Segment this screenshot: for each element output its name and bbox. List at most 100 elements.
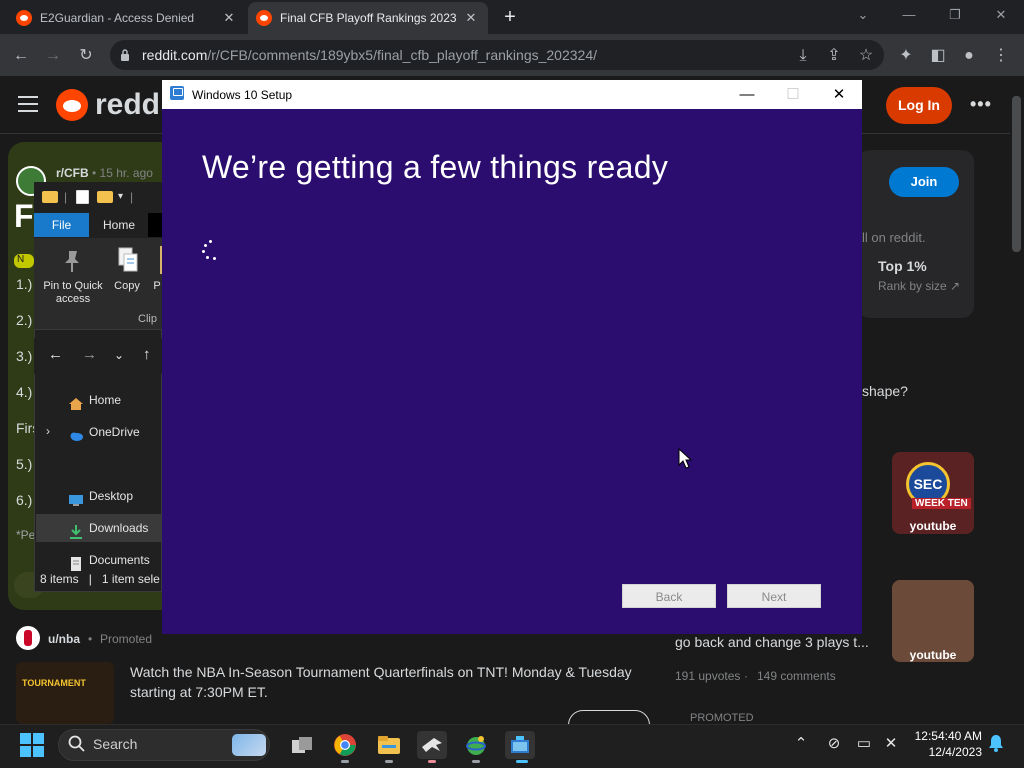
- quick-access-dropdown-icon[interactable]: ▾: [118, 191, 123, 202]
- windows-start-icon[interactable]: [20, 733, 44, 757]
- back-button[interactable]: Back: [622, 584, 716, 608]
- share-tab[interactable]: [148, 213, 162, 237]
- volume-muted-icon[interactable]: ✕: [881, 734, 901, 754]
- share-icon[interactable]: ⇪: [823, 45, 845, 67]
- chrome-icon[interactable]: [330, 731, 360, 759]
- clipboard-group-label: Clip: [138, 313, 157, 325]
- download-icon: [68, 521, 84, 539]
- post-flair[interactable]: N: [14, 254, 34, 268]
- windows-setup-taskbar-icon[interactable]: [505, 731, 535, 759]
- setup-app-icon: [170, 86, 184, 100]
- tree-item-documents[interactable]: Documents: [36, 546, 162, 574]
- more-options-icon[interactable]: •••: [970, 94, 992, 115]
- search-highlight-image[interactable]: [232, 734, 266, 756]
- extensions-puzzle-icon[interactable]: ✦: [895, 45, 917, 67]
- rank-by-size-link[interactable]: Rank by size ↗: [878, 279, 960, 293]
- related-question[interactable]: shape?: [862, 383, 908, 399]
- rank-line: 2.): [16, 312, 33, 328]
- file-explorer-icon[interactable]: [374, 731, 404, 759]
- setup-close-icon[interactable]: ✕: [816, 80, 862, 109]
- up-arrow-icon[interactable]: ↑: [143, 346, 151, 363]
- home-tab[interactable]: Home: [96, 213, 142, 237]
- side-panel-icon[interactable]: ◧: [927, 45, 949, 67]
- home-icon: [68, 393, 84, 410]
- setup-window-title: Windows 10 Setup: [192, 88, 293, 102]
- properties-icon[interactable]: [76, 190, 89, 204]
- reload-icon[interactable]: ↻: [75, 45, 97, 67]
- minimize-icon[interactable]: —: [886, 0, 932, 30]
- tree-item-label: Documents: [89, 553, 150, 567]
- setup-minimize-icon[interactable]: —: [724, 80, 770, 109]
- reddit-logo-icon[interactable]: [56, 89, 88, 121]
- toolbar-separator: |: [130, 190, 134, 204]
- tree-item-home[interactable]: Home: [36, 386, 162, 414]
- tab-title: E2Guardian - Access Denied: [40, 11, 195, 25]
- copy-label[interactable]: Copy: [110, 280, 144, 293]
- setup-maximize-icon: ☐: [786, 86, 800, 103]
- ad-thumbnail[interactable]: TOURNAMENT: [16, 662, 114, 724]
- install-app-icon[interactable]: ⤓: [792, 45, 814, 67]
- lock-icon[interactable]: [120, 48, 130, 62]
- close-window-icon[interactable]: ✕: [978, 0, 1024, 30]
- comment-count: 149 comments: [757, 669, 836, 683]
- rank-line: 4.): [16, 384, 33, 400]
- tree-item-desktop[interactable]: Desktop: [36, 482, 162, 510]
- subreddit-name[interactable]: r/CFB: [56, 166, 89, 180]
- clock-time[interactable]: 12:54:40 AM: [906, 729, 982, 743]
- file-tab[interactable]: File: [34, 213, 89, 237]
- bookmark-star-icon[interactable]: ☆: [855, 45, 877, 67]
- reddit-favicon-icon: [16, 10, 32, 26]
- tab-e2guardian[interactable]: E2Guardian - Access Denied ✕: [8, 2, 246, 34]
- tree-item-downloads[interactable]: Downloads: [36, 514, 162, 542]
- tab-title: Final CFB Playoff Rankings 2023: [280, 11, 457, 25]
- search-icon: [68, 735, 86, 753]
- tab-close-icon[interactable]: ✕: [220, 10, 238, 26]
- post-title: F: [14, 198, 34, 234]
- related-post-title[interactable]: go back and change 3 plays t...: [675, 634, 869, 650]
- clock-date[interactable]: 12/4/2023: [906, 745, 982, 759]
- new-folder-icon[interactable]: [97, 191, 113, 203]
- running-indicator: [428, 760, 436, 763]
- back-arrow-icon[interactable]: ←: [10, 45, 32, 67]
- paste-label[interactable]: P: [152, 280, 162, 293]
- hamburger-menu-icon[interactable]: [18, 96, 38, 112]
- tab-search-icon[interactable]: ⌄: [840, 0, 886, 30]
- task-view-icon[interactable]: [287, 731, 317, 759]
- network-globe-icon[interactable]: [461, 731, 491, 759]
- ad-text[interactable]: Watch the NBA In-Season Tournament Quart…: [130, 662, 650, 702]
- next-button[interactable]: Next: [727, 584, 821, 608]
- running-indicator: [472, 760, 480, 763]
- notification-bell-icon[interactable]: [986, 734, 1006, 754]
- login-button[interactable]: Log In: [886, 87, 952, 124]
- scrollbar-thumb[interactable]: [1012, 96, 1021, 252]
- ad-username[interactable]: u/nba: [48, 632, 80, 646]
- pin-to-quick-access-label[interactable]: Pin to Quick access: [38, 280, 108, 306]
- item-count: 8 items: [40, 572, 79, 586]
- pin-icon[interactable]: [60, 248, 84, 274]
- restore-icon[interactable]: ❐: [932, 0, 978, 30]
- url-text[interactable]: reddit.com/r/CFB/comments/189ybx5/final_…: [142, 47, 597, 63]
- tree-item-label: OneDrive: [89, 425, 140, 439]
- show-hidden-icons-chevron[interactable]: ⌃: [791, 734, 811, 754]
- url-host: reddit.com: [142, 47, 208, 63]
- back-arrow-icon[interactable]: ←: [48, 346, 63, 363]
- tab-close-icon[interactable]: ✕: [462, 10, 480, 26]
- toolbar-separator: |: [64, 190, 68, 204]
- forward-arrow-icon[interactable]: →: [42, 45, 64, 67]
- display-icon[interactable]: ▭: [854, 734, 874, 754]
- forward-arrow-icon[interactable]: →: [82, 346, 97, 363]
- nba-avatar[interactable]: [16, 626, 40, 650]
- new-tab-button[interactable]: +: [500, 6, 520, 28]
- sync-disabled-icon[interactable]: ⊘: [824, 734, 844, 754]
- tree-item-onedrive[interactable]: OneDrive: [36, 418, 162, 446]
- tree-item-label: Desktop: [89, 489, 134, 503]
- rank-line: 5.): [16, 456, 33, 472]
- e2guardian-app-icon[interactable]: [417, 731, 447, 759]
- chrome-menu-icon[interactable]: ⋮: [990, 45, 1012, 67]
- profile-icon[interactable]: ●: [958, 45, 980, 67]
- tab-cfb-rankings[interactable]: Final CFB Playoff Rankings 2023 ✕: [248, 2, 488, 34]
- recent-locations-icon[interactable]: ⌄: [114, 348, 124, 362]
- copy-icon[interactable]: [116, 246, 140, 274]
- join-button[interactable]: Join: [889, 167, 959, 197]
- upvote-count: 191 upvotes: [675, 669, 741, 683]
